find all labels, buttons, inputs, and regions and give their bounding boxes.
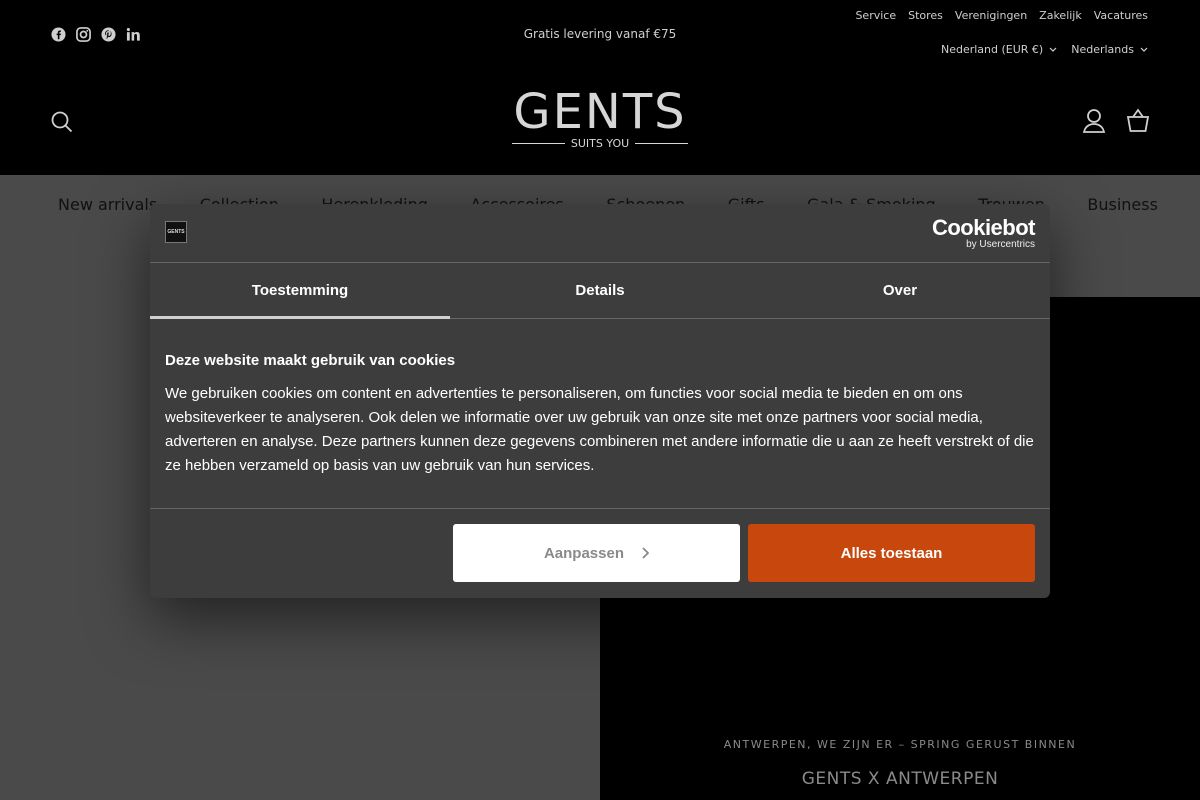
dialog-tabs: Toestemming Details Over bbox=[150, 264, 1050, 319]
basket-icon bbox=[1126, 108, 1150, 132]
dialog-header: GENTS Cookiebot by Usercentrics bbox=[150, 204, 1050, 263]
account-button[interactable] bbox=[1082, 108, 1106, 134]
link-service[interactable]: Service bbox=[855, 9, 896, 22]
country-selector[interactable]: Nederland (EUR €) bbox=[941, 43, 1057, 56]
hero-kicker: ANTWERPEN, WE ZIJN ER – SPRING GERUST BI… bbox=[723, 738, 1077, 751]
site-logo[interactable]: GENTS SUITS YOU bbox=[512, 87, 688, 153]
chevron-down-icon bbox=[1140, 47, 1148, 52]
dialog-description: We gebruiken cookies om content en adver… bbox=[165, 385, 1034, 474]
search-icon bbox=[51, 111, 73, 133]
link-vacatures[interactable]: Vacatures bbox=[1094, 9, 1148, 22]
link-zakelijk[interactable]: Zakelijk bbox=[1039, 9, 1082, 22]
dialog-heading: Deze website maakt gebruik van cookies bbox=[165, 352, 456, 369]
logo-wordmark: GENTS bbox=[513, 84, 687, 140]
site-header: Gratis levering vanaf €75 Service Stores… bbox=[0, 0, 1200, 175]
cookie-consent-dialog: GENTS Cookiebot by Usercentrics Toestemm… bbox=[150, 204, 1050, 598]
utility-links: Service Stores Verenigingen Zakelijk Vac… bbox=[855, 9, 1148, 22]
search-button[interactable] bbox=[50, 110, 74, 134]
tab-toestemming[interactable]: Toestemming bbox=[150, 264, 450, 319]
nav-item-business[interactable]: Business bbox=[1087, 195, 1158, 214]
tab-over[interactable]: Over bbox=[750, 264, 1050, 318]
language-selector[interactable]: Nederlands bbox=[1071, 43, 1148, 56]
dialog-footer: Aanpassen Alles toestaan bbox=[150, 508, 1050, 598]
hero-title[interactable]: GENTS X ANTWERPEN bbox=[600, 769, 1200, 789]
cookiebot-logo[interactable]: Cookiebot by Usercentrics bbox=[931, 215, 1036, 250]
link-stores[interactable]: Stores bbox=[908, 9, 943, 22]
customize-button[interactable]: Aanpassen bbox=[453, 524, 740, 582]
language-label: Nederlands bbox=[1071, 43, 1134, 56]
chevron-down-icon bbox=[1049, 47, 1057, 52]
user-icon bbox=[1082, 109, 1106, 133]
site-logo-small: GENTS bbox=[165, 221, 187, 243]
chevron-right-icon bbox=[642, 547, 650, 559]
locale-selectors: Nederland (EUR €) Nederlands bbox=[941, 43, 1148, 56]
cart-button[interactable] bbox=[1126, 108, 1150, 134]
allow-all-button[interactable]: Alles toestaan bbox=[748, 524, 1035, 582]
cookiebot-brand-sub: by Usercentrics bbox=[966, 239, 1035, 250]
tab-details[interactable]: Details bbox=[450, 264, 750, 318]
dialog-body: Deze website maakt gebruik van cookies W… bbox=[165, 352, 1035, 478]
country-label: Nederland (EUR €) bbox=[940, 43, 1044, 56]
nav-item-new-arrivals[interactable]: New arrivals bbox=[58, 195, 157, 214]
cookiebot-brand: Cookiebot bbox=[931, 215, 1036, 240]
customize-label: Aanpassen bbox=[543, 544, 625, 562]
promo-banner: Gratis levering vanaf €75 bbox=[523, 27, 677, 41]
link-verenigingen[interactable]: Verenigingen bbox=[955, 9, 1027, 22]
